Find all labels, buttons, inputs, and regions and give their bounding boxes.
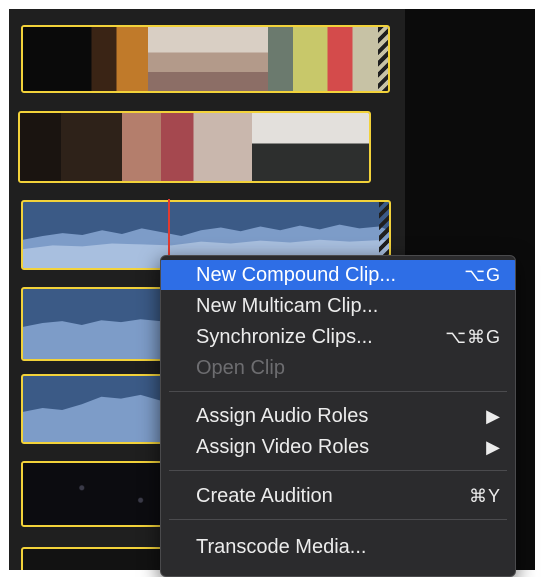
menu-separator	[169, 470, 507, 471]
shortcut-label: ⌥⌘G	[445, 326, 501, 347]
context-menu: New Compound Clip... ⌥G New Multicam Cli…	[160, 255, 516, 577]
menu-item-new-compound-clip[interactable]: New Compound Clip... ⌥G	[161, 260, 515, 290]
clip-thumbnail	[122, 113, 252, 181]
menu-item-assign-audio-roles[interactable]: Assign Audio Roles ▶	[161, 401, 515, 431]
shortcut-label: ⌥G	[464, 264, 501, 285]
clip-thumbnail	[23, 27, 148, 91]
menu-item-transcode-media[interactable]: Transcode Media...	[161, 532, 515, 562]
menu-separator	[169, 519, 507, 520]
clip-thumbnail	[252, 113, 369, 181]
menu-item-open-clip: Open Clip	[196, 356, 285, 379]
menu-item-create-audition[interactable]: Create Audition ⌘Y	[161, 481, 515, 511]
menu-separator	[169, 391, 507, 392]
clip-thumbnail	[20, 113, 122, 181]
video-clip-2[interactable]	[18, 111, 371, 183]
submenu-arrow-icon: ▶	[486, 436, 501, 457]
menu-item-assign-video-roles[interactable]: Assign Video Roles ▶	[161, 432, 515, 462]
submenu-arrow-icon: ▶	[486, 405, 501, 426]
clip-thumbnail	[293, 27, 388, 91]
menu-item-synchronize-clips[interactable]: Synchronize Clips... ⌥⌘G	[161, 322, 515, 352]
video-clip-1[interactable]	[21, 25, 390, 93]
clip-thumbnail	[268, 27, 293, 91]
clip-edge	[378, 27, 388, 91]
clip-thumbnail	[148, 27, 268, 91]
menu-item-new-multicam-clip[interactable]: New Multicam Clip...	[161, 291, 515, 321]
shortcut-label: ⌘Y	[468, 485, 501, 506]
